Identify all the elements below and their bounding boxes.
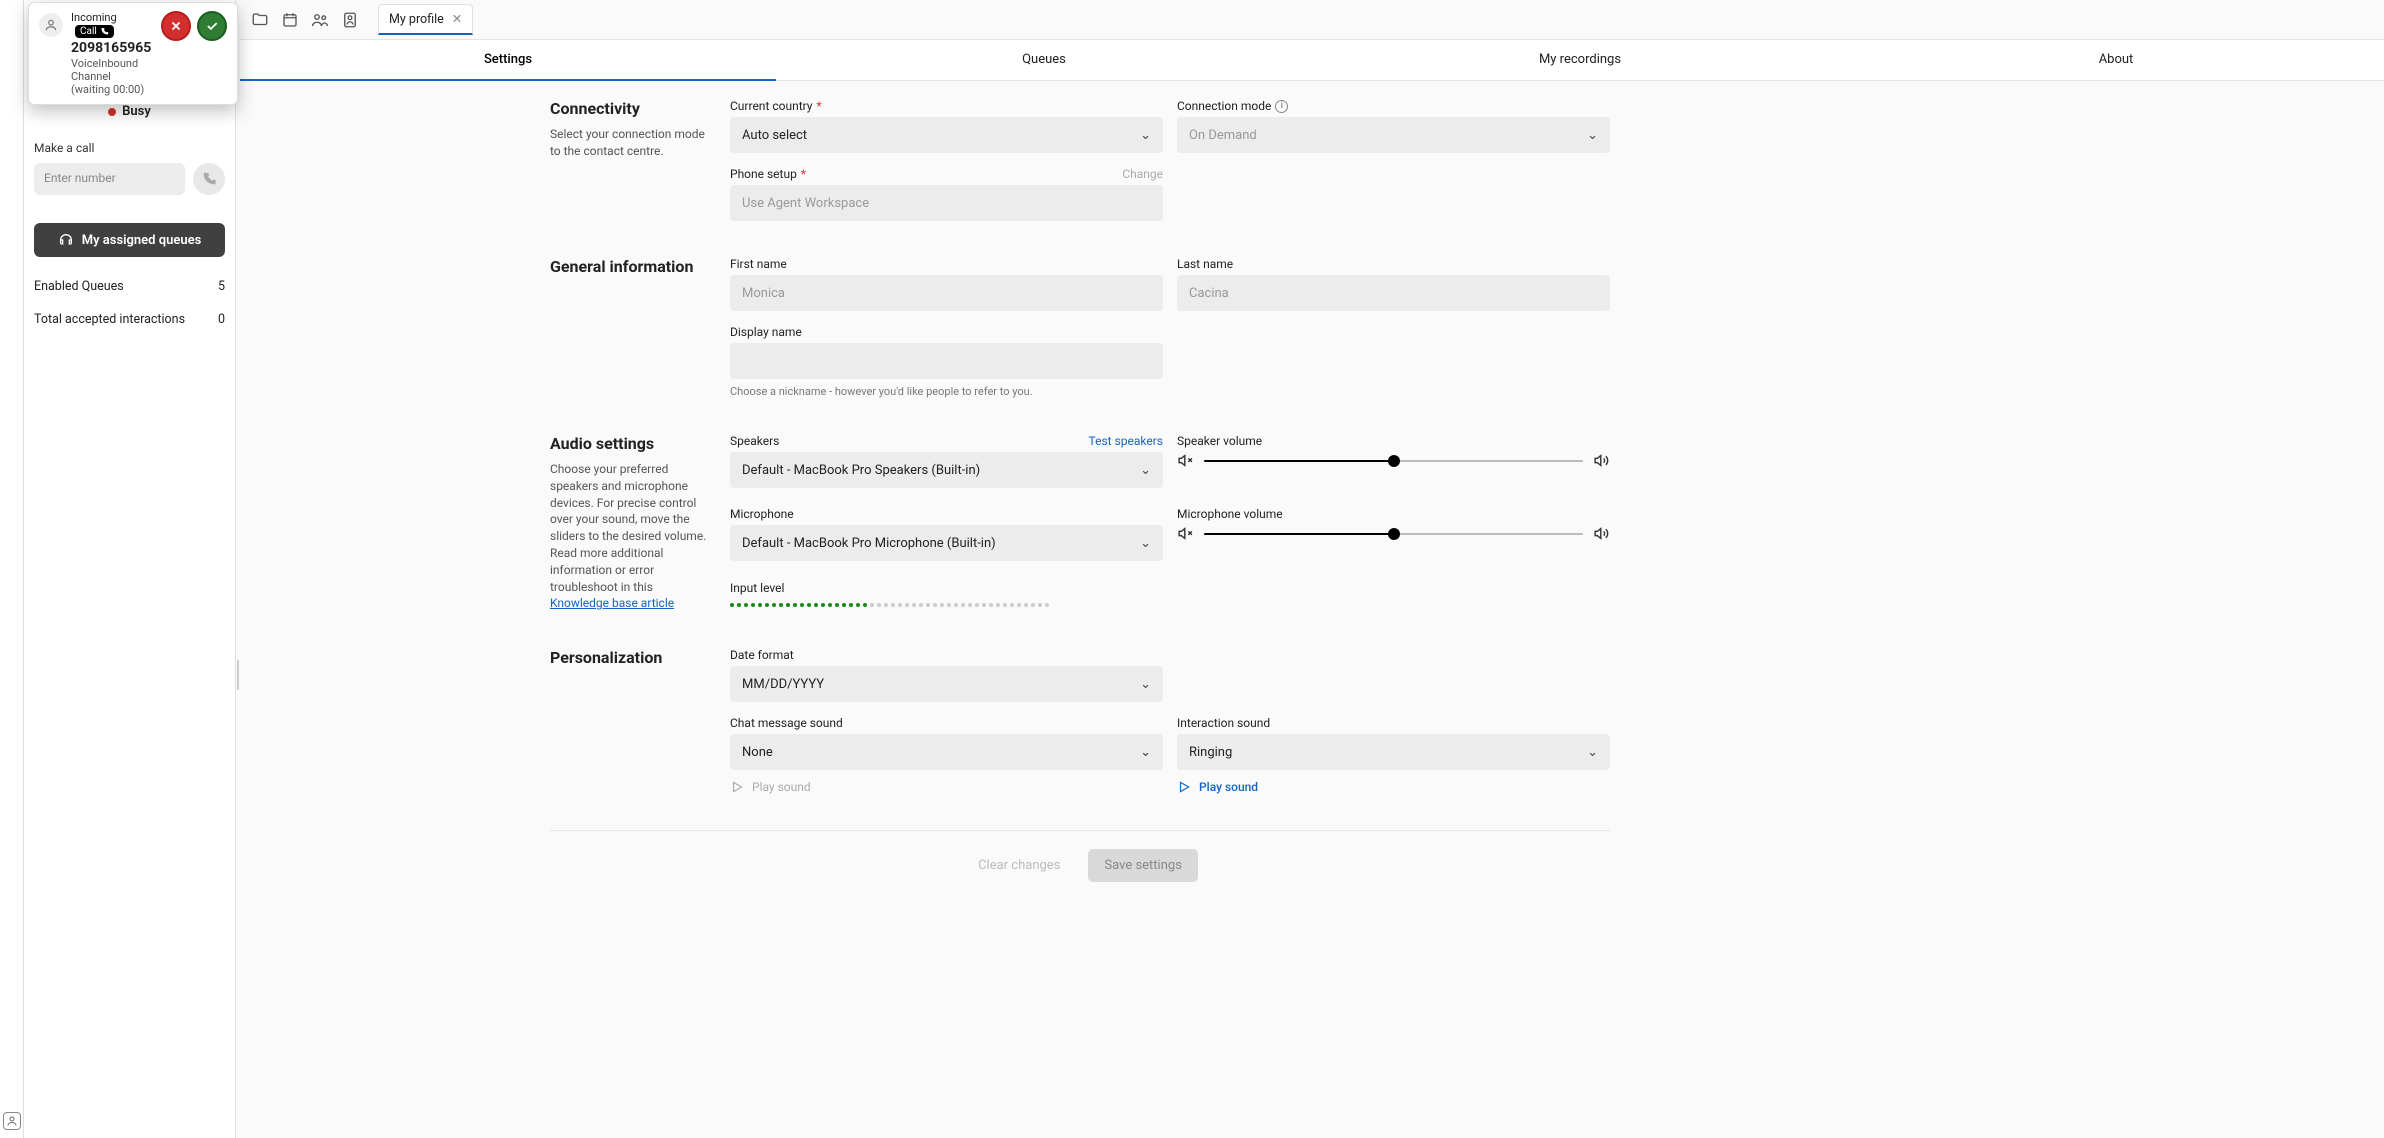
incoming-number: 2098165965 — [71, 40, 153, 56]
speaker-vol-label: Speaker volume — [1177, 434, 1610, 448]
profile-card-icon[interactable] — [340, 10, 360, 30]
accepted-label: Total accepted interactions — [34, 312, 185, 327]
volume-high-icon[interactable] — [1593, 525, 1610, 542]
volume-mute-icon[interactable] — [1177, 452, 1194, 469]
chevron-down-icon: ⌄ — [1140, 128, 1151, 143]
speakers-label: Speakers — [730, 434, 779, 448]
volume-high-icon[interactable] — [1593, 452, 1610, 469]
incoming-channel: VoiceInbound Channel — [71, 57, 153, 83]
subtab-recordings[interactable]: My recordings — [1312, 40, 1848, 80]
enabled-queues-label: Enabled Queues — [34, 279, 124, 294]
save-settings-button[interactable]: Save settings — [1088, 849, 1198, 882]
enabled-queues-value: 5 — [218, 279, 225, 294]
kb-link[interactable]: Knowledge base article — [550, 596, 674, 610]
mic-label: Microphone — [730, 507, 1163, 521]
chat-sound-label: Chat message sound — [730, 716, 1163, 730]
chat-sound-select[interactable]: None ⌄ — [730, 734, 1163, 770]
mic-volume-slider[interactable] — [1204, 533, 1583, 535]
mic-vol-label: Microphone volume — [1177, 507, 1610, 521]
subtab-settings[interactable]: Settings — [240, 40, 776, 81]
date-format-select[interactable]: MM/DD/YYYY ⌄ — [730, 666, 1163, 702]
volume-mute-icon[interactable] — [1177, 525, 1194, 542]
audio-title: Audio settings — [550, 434, 710, 453]
calendar-icon[interactable] — [280, 10, 300, 30]
last-name-input[interactable]: Cacina — [1177, 275, 1610, 311]
topbar: My profile ✕ — [240, 0, 2384, 40]
speakers-select[interactable]: Default - MacBook Pro Speakers (Built-in… — [730, 452, 1163, 488]
incoming-wait: (waiting 00:00) — [71, 83, 153, 96]
avatar-icon — [39, 13, 63, 37]
test-speakers-link[interactable]: Test speakers — [1089, 434, 1163, 448]
input-level-label: Input level — [730, 581, 1610, 595]
agent-status[interactable]: Busy — [34, 104, 225, 119]
accepted-value: 0 — [218, 312, 225, 327]
interaction-sound-select[interactable]: Ringing ⌄ — [1177, 734, 1610, 770]
status-text: Busy — [122, 104, 151, 119]
subtab-about[interactable]: About — [1848, 40, 2384, 80]
pane-splitter[interactable] — [236, 0, 240, 1138]
speaker-volume-slider[interactable] — [1204, 460, 1583, 462]
interaction-sound-label: Interaction sound — [1177, 716, 1610, 730]
chevron-down-icon: ⌄ — [1140, 536, 1151, 551]
country-label: Current country — [730, 99, 812, 113]
subtabs: Settings Queues My recordings About — [240, 40, 2384, 81]
divider — [550, 830, 1610, 831]
audio-desc: Choose your preferred speakers and micro… — [550, 461, 710, 612]
display-name-input[interactable] — [730, 343, 1163, 379]
subtab-queues[interactable]: Queues — [776, 40, 1312, 80]
mode-label: Connection mode — [1177, 99, 1271, 113]
chevron-down-icon: ⌄ — [1587, 128, 1598, 143]
mic-select[interactable]: Default - MacBook Pro Microphone (Built-… — [730, 525, 1163, 561]
chevron-down-icon: ⌄ — [1140, 745, 1151, 760]
chevron-down-icon: ⌄ — [1140, 463, 1151, 478]
decline-call-button[interactable] — [161, 11, 191, 41]
play-chat-sound: Play sound — [730, 780, 1163, 794]
connectivity-desc: Select your connection mode to the conta… — [550, 126, 710, 160]
first-name-label: First name — [730, 257, 1163, 271]
chevron-down-icon: ⌄ — [1140, 677, 1151, 692]
mode-select[interactable]: On Demand ⌄ — [1177, 117, 1610, 153]
tab-my-profile[interactable]: My profile ✕ — [378, 4, 473, 35]
general-title: General information — [550, 257, 710, 276]
profile-rail-icon[interactable] — [3, 1112, 21, 1130]
date-format-label: Date format — [730, 648, 1163, 662]
sidebar-rail — [0, 0, 24, 1138]
make-call-label: Make a call — [34, 141, 225, 155]
input-level-meter — [730, 603, 1610, 607]
play-interaction-sound[interactable]: Play sound — [1177, 780, 1610, 794]
status-dot-busy-icon — [108, 108, 116, 116]
phone-setup-field: Use Agent Workspace — [730, 185, 1163, 221]
folder-icon[interactable] — [250, 10, 270, 30]
incoming-label: Incoming — [71, 11, 117, 24]
personalization-title: Personalization — [550, 648, 710, 667]
my-queues-button[interactable]: My assigned queues — [34, 223, 225, 257]
last-name-label: Last name — [1177, 257, 1610, 271]
display-name-label: Display name — [730, 325, 1163, 339]
info-icon[interactable]: i — [1275, 100, 1288, 113]
phone-change-link[interactable]: Change — [1122, 167, 1163, 181]
clear-changes-button[interactable]: Clear changes — [962, 849, 1076, 882]
chevron-down-icon: ⌄ — [1587, 745, 1598, 760]
connectivity-title: Connectivity — [550, 99, 710, 118]
people-icon[interactable] — [310, 10, 330, 30]
close-tab-icon[interactable]: ✕ — [452, 11, 462, 27]
country-select[interactable]: Auto select ⌄ — [730, 117, 1163, 153]
sidebar: Incoming Call 2098165965 VoiceInbound Ch… — [24, 0, 236, 1138]
display-name-help: Choose a nickname - however you'd like p… — [730, 385, 1163, 398]
dial-button[interactable] — [193, 163, 225, 195]
enter-number-input[interactable]: Enter number — [34, 163, 185, 195]
incoming-call-card: Incoming Call 2098165965 VoiceInbound Ch… — [28, 2, 238, 105]
phone-label: Phone setup — [730, 167, 797, 181]
accept-call-button[interactable] — [197, 11, 227, 41]
call-badge: Call — [75, 25, 114, 38]
first-name-input[interactable]: Monica — [730, 275, 1163, 311]
